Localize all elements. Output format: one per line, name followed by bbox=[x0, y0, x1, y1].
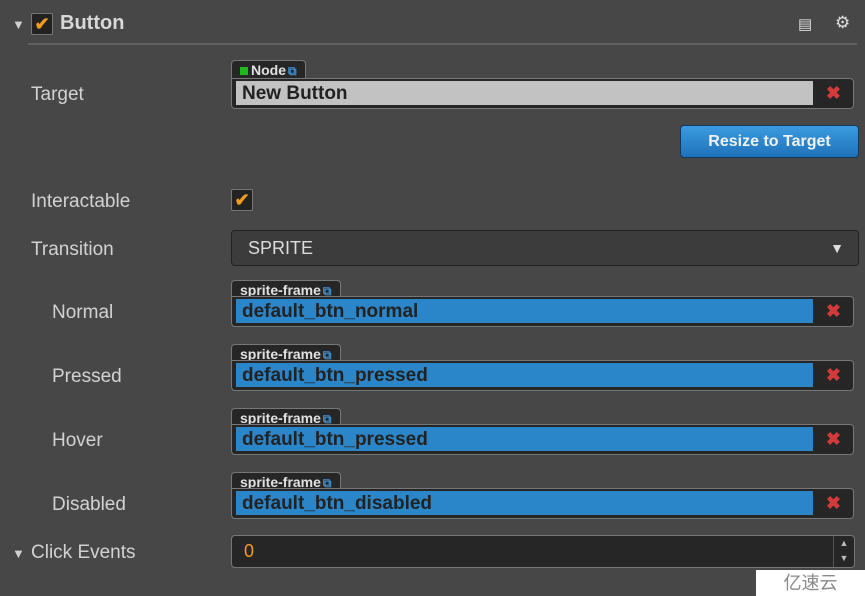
sprite-field-disabled[interactable]: default_btn_disabled ✖ bbox=[231, 488, 854, 519]
sprite-value[interactable]: default_btn_pressed bbox=[236, 427, 813, 451]
node-dot-icon bbox=[240, 67, 248, 75]
gear-icon[interactable]: ⚙ bbox=[835, 13, 850, 33]
external-link-icon[interactable]: ⧉ bbox=[288, 64, 297, 78]
node-type-tag: Node ⧉ bbox=[231, 60, 306, 78]
book-icon[interactable]: ▤ bbox=[798, 15, 812, 33]
click-events-triangle-icon[interactable]: ▼ bbox=[12, 546, 25, 561]
sprite-field-normal[interactable]: default_btn_normal ✖ bbox=[231, 296, 854, 327]
watermark: 亿速云 bbox=[756, 570, 865, 596]
type-tag-text: Node bbox=[251, 62, 286, 78]
sprite-value[interactable]: default_btn_normal bbox=[236, 299, 813, 323]
target-field[interactable]: New Button ✖ bbox=[231, 78, 854, 109]
click-events-value[interactable]: 0 bbox=[244, 541, 254, 561]
sprite-label-disabled: Disabled bbox=[52, 494, 126, 515]
sprite-field-pressed[interactable]: default_btn_pressed ✖ bbox=[231, 360, 854, 391]
component-enabled-checkbox[interactable]: ✔ bbox=[31, 13, 53, 35]
transition-label: Transition bbox=[31, 239, 114, 260]
sprite-value[interactable]: default_btn_pressed bbox=[236, 363, 813, 387]
remove-icon[interactable]: ✖ bbox=[826, 301, 841, 322]
target-value[interactable]: New Button bbox=[236, 81, 813, 105]
remove-icon[interactable]: ✖ bbox=[826, 429, 841, 450]
sprite-field-hover[interactable]: default_btn_pressed ✖ bbox=[231, 424, 854, 455]
target-label: Target bbox=[31, 84, 84, 105]
step-up-icon[interactable]: ▲ bbox=[834, 536, 854, 551]
sprite-label-normal: Normal bbox=[52, 302, 114, 323]
click-events-count-input[interactable]: 0 ▲ ▼ bbox=[231, 535, 855, 568]
resize-to-target-button[interactable]: Resize to Target bbox=[680, 125, 859, 158]
stepper[interactable]: ▲ ▼ bbox=[833, 536, 854, 567]
dropdown-arrow-icon: ▼ bbox=[830, 240, 844, 256]
sprite-label-hover: Hover bbox=[52, 430, 103, 451]
remove-icon[interactable]: ✖ bbox=[826, 365, 841, 386]
interactable-label: Interactable bbox=[31, 191, 131, 212]
sprite-label-pressed: Pressed bbox=[52, 366, 122, 387]
header-divider bbox=[28, 43, 857, 45]
sprite-value[interactable]: default_btn_disabled bbox=[236, 491, 813, 515]
remove-icon[interactable]: ✖ bbox=[826, 493, 841, 514]
transition-value: SPRITE bbox=[248, 238, 314, 258]
interactable-checkbox[interactable]: ✔ bbox=[231, 189, 253, 211]
click-events-label: Click Events bbox=[31, 542, 136, 563]
step-down-icon[interactable]: ▼ bbox=[834, 551, 854, 566]
transition-dropdown[interactable]: SPRITE ▼ bbox=[231, 230, 859, 266]
collapse-triangle-icon[interactable]: ▼ bbox=[12, 17, 25, 32]
component-title: Button bbox=[60, 12, 125, 34]
remove-icon[interactable]: ✖ bbox=[826, 83, 841, 104]
